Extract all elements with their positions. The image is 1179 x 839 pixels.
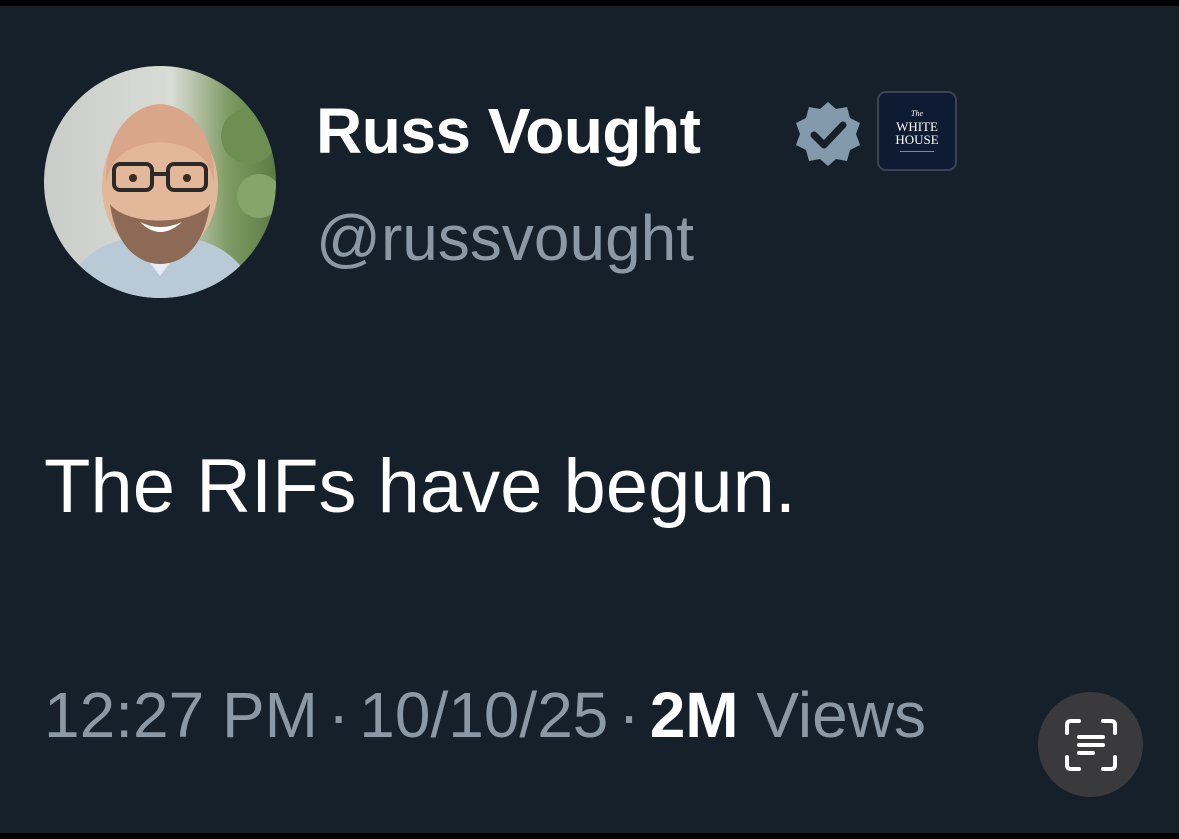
white-house-affiliation-badge[interactable]: The WHITE HOUSE [877,91,957,171]
views-label: Views [756,679,926,751]
live-text-scan-button[interactable] [1038,692,1143,797]
user-handle[interactable]: @russvought [316,201,694,275]
avatar-image [44,66,276,298]
tweet-time[interactable]: 12:27 PM [44,679,318,751]
tweet-text: The RIFs have begun. [44,444,796,529]
affiliation-line-3: HOUSE [895,132,939,147]
avatar[interactable] [44,66,276,298]
live-text-scan-icon [1064,718,1117,771]
tweet-metadata: 12:27 PM · 10/10/25 · 2M Views [44,678,926,752]
display-name[interactable]: Russ Vought [316,94,701,168]
views-count: 2M [649,679,739,751]
affiliation-line-1: The [911,109,923,118]
tweet-card: Russ Vought The WHITE HOUSE @russvought … [0,6,1179,833]
tweet-date[interactable]: 10/10/25 [359,679,608,751]
verified-badge-icon[interactable] [793,99,863,169]
affiliation-rule [900,151,934,152]
separator-dot: · [618,679,640,751]
separator-dot: · [327,679,350,751]
